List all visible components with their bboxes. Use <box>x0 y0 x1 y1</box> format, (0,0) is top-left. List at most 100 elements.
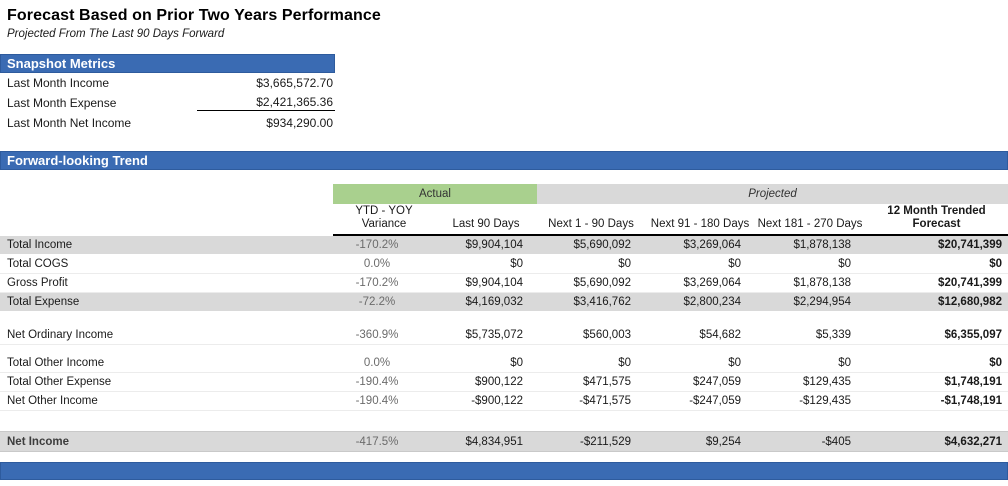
label-column-header <box>0 232 333 236</box>
snapshot-row: Last Month Expense $2,421,365.36 <box>0 93 335 113</box>
snapshot-row-value: $934,290.00 <box>266 116 333 130</box>
snapshot-row-label: Last Month Net Income <box>7 116 132 130</box>
value-cell: -$247,059 <box>689 395 741 407</box>
snapshot-row: Last Month Net Income $934,290.00 <box>0 113 335 133</box>
table-row: Net Income -417.5% $4,834,951 -$211,529 $9,2… <box>0 431 1008 452</box>
value-cell: $0 <box>728 357 741 369</box>
variance-cell: -72.2% <box>358 296 396 308</box>
value-cell: $0 <box>728 258 741 270</box>
value-cell: $0 <box>510 357 523 369</box>
column-header-row: YTD - YOY Variance Last 90 Days Next 1 - 90… <box>0 204 1008 236</box>
value-cell: $1,878,138 <box>793 277 851 289</box>
value-cell: -$211,529 <box>580 435 631 448</box>
value-cell: $9,904,104 <box>465 239 523 251</box>
value-cell: $471,575 <box>583 376 631 388</box>
row-label: Total Other Expense <box>7 376 112 388</box>
variance-cell: -360.9% <box>355 329 399 341</box>
row-label: Gross Profit <box>7 277 68 289</box>
value-cell: $0 <box>618 258 631 270</box>
variance-cell: -190.4% <box>355 376 399 388</box>
value-cell: -$1,748,191 <box>940 395 1002 407</box>
value-cell: $0 <box>989 258 1002 270</box>
variance-cell: 0.0% <box>363 258 391 270</box>
table-row: Total Income -170.2% $9,904,104 $5,690,092 $… <box>0 236 1008 255</box>
table-row: Gross Profit -170.2% $9,904,104 $5,690,092 $… <box>0 274 1008 293</box>
value-cell: $9,904,104 <box>465 277 523 289</box>
value-cell: $3,269,064 <box>683 239 741 251</box>
value-cell: $0 <box>510 258 523 270</box>
value-cell: $54,682 <box>699 329 741 341</box>
value-cell: $0 <box>838 357 851 369</box>
value-cell: $5,690,092 <box>573 277 631 289</box>
page-subtitle: Projected From The Last 90 Days Forward <box>7 28 225 40</box>
variance-cell: -170.2% <box>355 277 399 289</box>
snapshot-row-label: Last Month Expense <box>7 96 117 110</box>
value-cell: $5,690,092 <box>573 239 631 251</box>
variance-cell: -170.2% <box>355 239 399 251</box>
value-cell: $0 <box>989 357 1002 369</box>
row-label: Total Other Income <box>7 357 105 369</box>
snapshot-metrics-list: Last Month Income $3,665,572.70 Last Month… <box>0 73 335 133</box>
value-cell: -$129,435 <box>799 395 851 407</box>
variance-cell: -190.4% <box>355 395 399 407</box>
snapshot-row-label: Last Month Income <box>7 76 110 90</box>
page-title: Forecast Based on Prior Two Years Perfor… <box>7 7 381 24</box>
value-cell: $0 <box>838 258 851 270</box>
forecast-report-page: Forecast Based on Prior Two Years Perfor… <box>0 0 1008 486</box>
row-label: Total Expense <box>7 296 80 308</box>
row-label: Net Ordinary Income <box>7 329 114 341</box>
value-cell: $20,741,399 <box>938 239 1002 251</box>
table-row: Total Other Income 0.0% $0 $0 $0 $0 $0 <box>0 354 1008 373</box>
actual-group-header: Actual <box>333 184 537 204</box>
snapshot-metrics-header: Snapshot Metrics <box>0 54 335 73</box>
value-cell: $247,059 <box>693 376 741 388</box>
value-cell: $4,834,951 <box>465 435 523 448</box>
value-cell: $1,748,191 <box>944 376 1002 388</box>
snapshot-row-value: $2,421,365.36 <box>197 95 335 111</box>
value-cell: -$471,575 <box>579 395 631 407</box>
value-cell: -$900,122 <box>471 395 523 407</box>
value-cell: $20,741,399 <box>938 277 1002 289</box>
value-cell: $5,339 <box>815 329 851 341</box>
value-cell: $2,294,954 <box>793 296 851 308</box>
value-cell: $900,122 <box>475 376 523 388</box>
row-label: Total Income <box>7 239 73 251</box>
row-label: Net Other Income <box>7 395 98 407</box>
value-cell: $6,355,097 <box>944 329 1002 341</box>
table-row: Net Other Income -190.4% -$900,122 -$471,57… <box>0 392 1008 411</box>
value-cell: $129,435 <box>803 376 851 388</box>
table-row: Net Ordinary Income -360.9% $5,735,072 $560… <box>0 326 1008 345</box>
value-cell: $4,169,032 <box>465 296 523 308</box>
projected-group-header: Projected <box>537 184 1008 204</box>
footer-bar <box>0 462 1008 480</box>
value-cell: $3,416,762 <box>573 296 631 308</box>
value-cell: $4,632,271 <box>944 435 1002 448</box>
group-header-row: Actual Projected <box>0 184 1008 204</box>
table-row: Total Expense -72.2% $4,169,032 $3,416,762 $… <box>0 293 1008 312</box>
row-label: Net Income <box>7 435 69 448</box>
column-header: Next 1 - 90 Days <box>537 217 645 236</box>
variance-cell: 0.0% <box>363 357 391 369</box>
table-row: Total COGS 0.0% $0 $0 $0 $0 $0 <box>0 255 1008 274</box>
table-row: Total Other Expense -190.4% $900,122 $471,5… <box>0 373 1008 392</box>
column-header: Next 91 - 180 Days <box>645 217 755 236</box>
value-cell: $0 <box>618 357 631 369</box>
value-cell: $560,003 <box>583 329 631 341</box>
value-cell: $3,269,064 <box>683 277 741 289</box>
row-label: Total COGS <box>7 258 69 270</box>
variance-cell: -417.5% <box>355 435 399 448</box>
column-header: 12 Month Trended Forecast <box>865 204 1008 236</box>
column-header: Last 90 Days <box>435 217 537 236</box>
value-cell: $5,735,072 <box>465 329 523 341</box>
value-cell: $1,878,138 <box>793 239 851 251</box>
forward-looking-trend-header: Forward-looking Trend <box>0 151 1008 170</box>
group-header-spacer <box>0 184 333 204</box>
value-cell: $2,800,234 <box>683 296 741 308</box>
trend-table-body: Total Income -170.2% $9,904,104 $5,690,092 $… <box>0 236 1008 452</box>
value-cell: $12,680,982 <box>938 296 1002 308</box>
column-header: YTD - YOY Variance <box>333 204 435 236</box>
value-cell: $9,254 <box>705 435 741 448</box>
value-cell: -$405 <box>821 435 851 448</box>
snapshot-row: Last Month Income $3,665,572.70 <box>0 73 335 93</box>
snapshot-row-value: $3,665,572.70 <box>256 76 333 90</box>
